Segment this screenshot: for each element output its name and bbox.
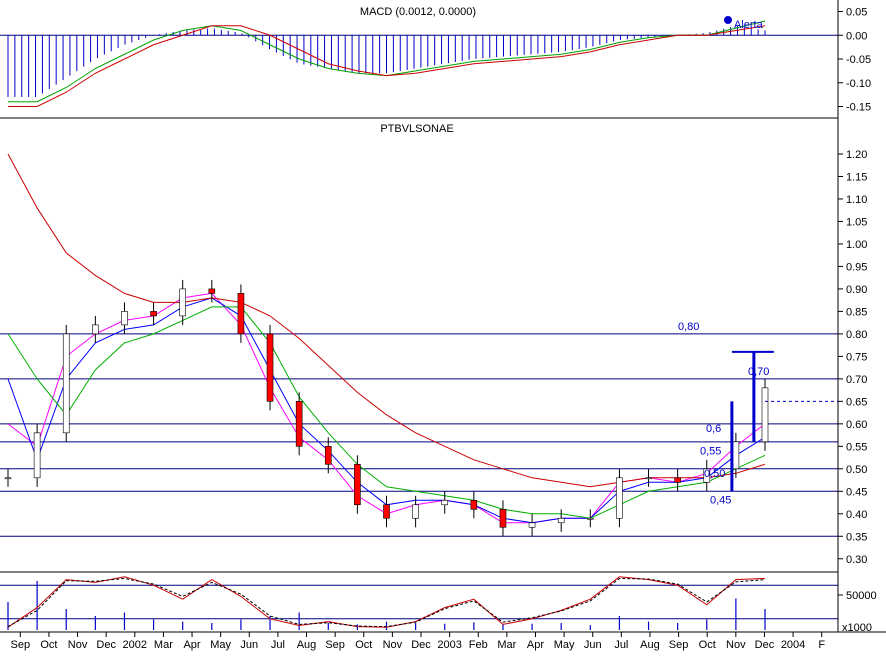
price-annotation: 0,70 [748, 366, 769, 378]
time-tick-label: Dec [96, 639, 116, 651]
volume-multiplier: x1000 [842, 622, 872, 634]
price-title: PTBVLSONAE [380, 123, 453, 135]
time-tick-label: Sep [325, 639, 345, 651]
price-annotation: 0,80 [678, 321, 699, 333]
chart-root: MACD (0.0012, 0.0000) PTBVLSONAE Alerta … [0, 0, 886, 652]
time-tick-label: Oct [355, 639, 372, 651]
time-tick-label: Aug [297, 639, 317, 651]
price-tick-label: 0.55 [846, 441, 867, 453]
time-tick-label: May [210, 639, 231, 651]
chart-svg: MACD (0.0012, 0.0000) PTBVLSONAE Alerta … [0, 0, 886, 652]
time-tick-label: May [554, 639, 575, 651]
macd-tick-label: -0.05 [846, 54, 871, 66]
candle-body [528, 522, 536, 528]
candle-body [732, 441, 740, 470]
candle-body [295, 401, 303, 447]
price-tick-label: 0.85 [846, 306, 867, 318]
time-tick-label: Aug [640, 639, 660, 651]
candle-body [121, 311, 128, 326]
candle-body [150, 311, 157, 317]
time-tick-label: Jul [271, 639, 285, 651]
alert-marker [724, 16, 732, 24]
time-tick-label: Feb [469, 639, 488, 651]
price-tick-label: 0.40 [846, 509, 867, 521]
time-tick-label: Mar [497, 639, 516, 651]
macd-tick-label: 0.00 [846, 30, 867, 42]
chart-background [0, 0, 886, 652]
price-tick-label: 0.90 [846, 284, 867, 296]
candle-body [237, 293, 245, 335]
price-tick-label: 1.15 [846, 171, 867, 183]
candle-body [616, 477, 623, 519]
time-tick-label: Nov [68, 639, 88, 651]
price-tick-label: 0.70 [846, 374, 867, 386]
time-tick-label: Jun [240, 639, 258, 651]
price-tick-label: 0.80 [846, 329, 867, 341]
candle-body [674, 477, 681, 483]
price-tick-label: 0.30 [846, 554, 867, 566]
price-tick-label: 0.65 [846, 396, 867, 408]
price-tick-label: 1.10 [846, 194, 867, 206]
macd-tick-label: 0.05 [846, 7, 867, 19]
candle-body [33, 432, 41, 479]
price-annotation: 0,50 [704, 468, 725, 480]
candle-body [557, 517, 565, 524]
time-tick-label: Sep [669, 639, 689, 651]
time-tick-label: Dec [411, 639, 431, 651]
price-tick-label: 0.75 [846, 351, 867, 363]
price-tick-label: 1.20 [846, 149, 867, 161]
candle-body [587, 517, 594, 520]
price-annotation: 0,45 [710, 494, 731, 506]
candle-body [62, 333, 70, 434]
candle-body [4, 477, 12, 480]
time-tick-label: Jun [584, 639, 602, 651]
candle-body [383, 504, 390, 519]
price-tick-label: 0.50 [846, 464, 867, 476]
macd-title: MACD (0.0012, 0.0000) [360, 6, 476, 18]
candle-body [470, 499, 478, 510]
time-tick-label: 2002 [123, 639, 147, 651]
candle-body [266, 333, 274, 402]
time-tick-label: Dec [755, 639, 775, 651]
candle-body [354, 464, 361, 506]
price-tick-label: 1.00 [846, 239, 867, 251]
volume-tick-label: 50000 [846, 590, 877, 602]
time-tick-label: Oct [40, 639, 57, 651]
price-tick-label: 0.35 [846, 531, 867, 543]
time-tick-label: 2003 [437, 639, 461, 651]
price-tick-label: 1.05 [846, 216, 867, 228]
price-tick-label: 0.95 [846, 261, 867, 273]
time-tick-label: Sep [11, 639, 31, 651]
candle-body [179, 288, 186, 317]
price-annotation: 0,6 [706, 423, 721, 435]
macd-tick-label: -0.15 [846, 102, 871, 114]
candle-body [412, 504, 419, 519]
time-tick-label: Nov [726, 639, 746, 651]
time-tick-label: 2004 [781, 639, 805, 651]
time-tick-label: F [818, 639, 825, 651]
time-tick-label: Nov [383, 639, 403, 651]
time-tick-label: Jul [614, 639, 628, 651]
alert-label: Alerta [734, 19, 764, 31]
candle-body [645, 477, 652, 480]
time-tick-label: Apr [527, 639, 544, 651]
time-tick-label: Apr [183, 639, 200, 651]
time-tick-label: Mar [154, 639, 173, 651]
candle-body [499, 508, 507, 528]
macd-tick-label: -0.10 [846, 78, 871, 90]
candle-body [92, 324, 99, 335]
price-annotation: 0,55 [700, 445, 721, 457]
candle-body [761, 387, 769, 443]
time-tick-label: Oct [699, 639, 716, 651]
candle-body [441, 499, 449, 506]
candle-body [208, 288, 216, 294]
price-tick-label: 0.60 [846, 419, 867, 431]
price-tick-label: 0.45 [846, 486, 867, 498]
candle-body [324, 446, 332, 465]
